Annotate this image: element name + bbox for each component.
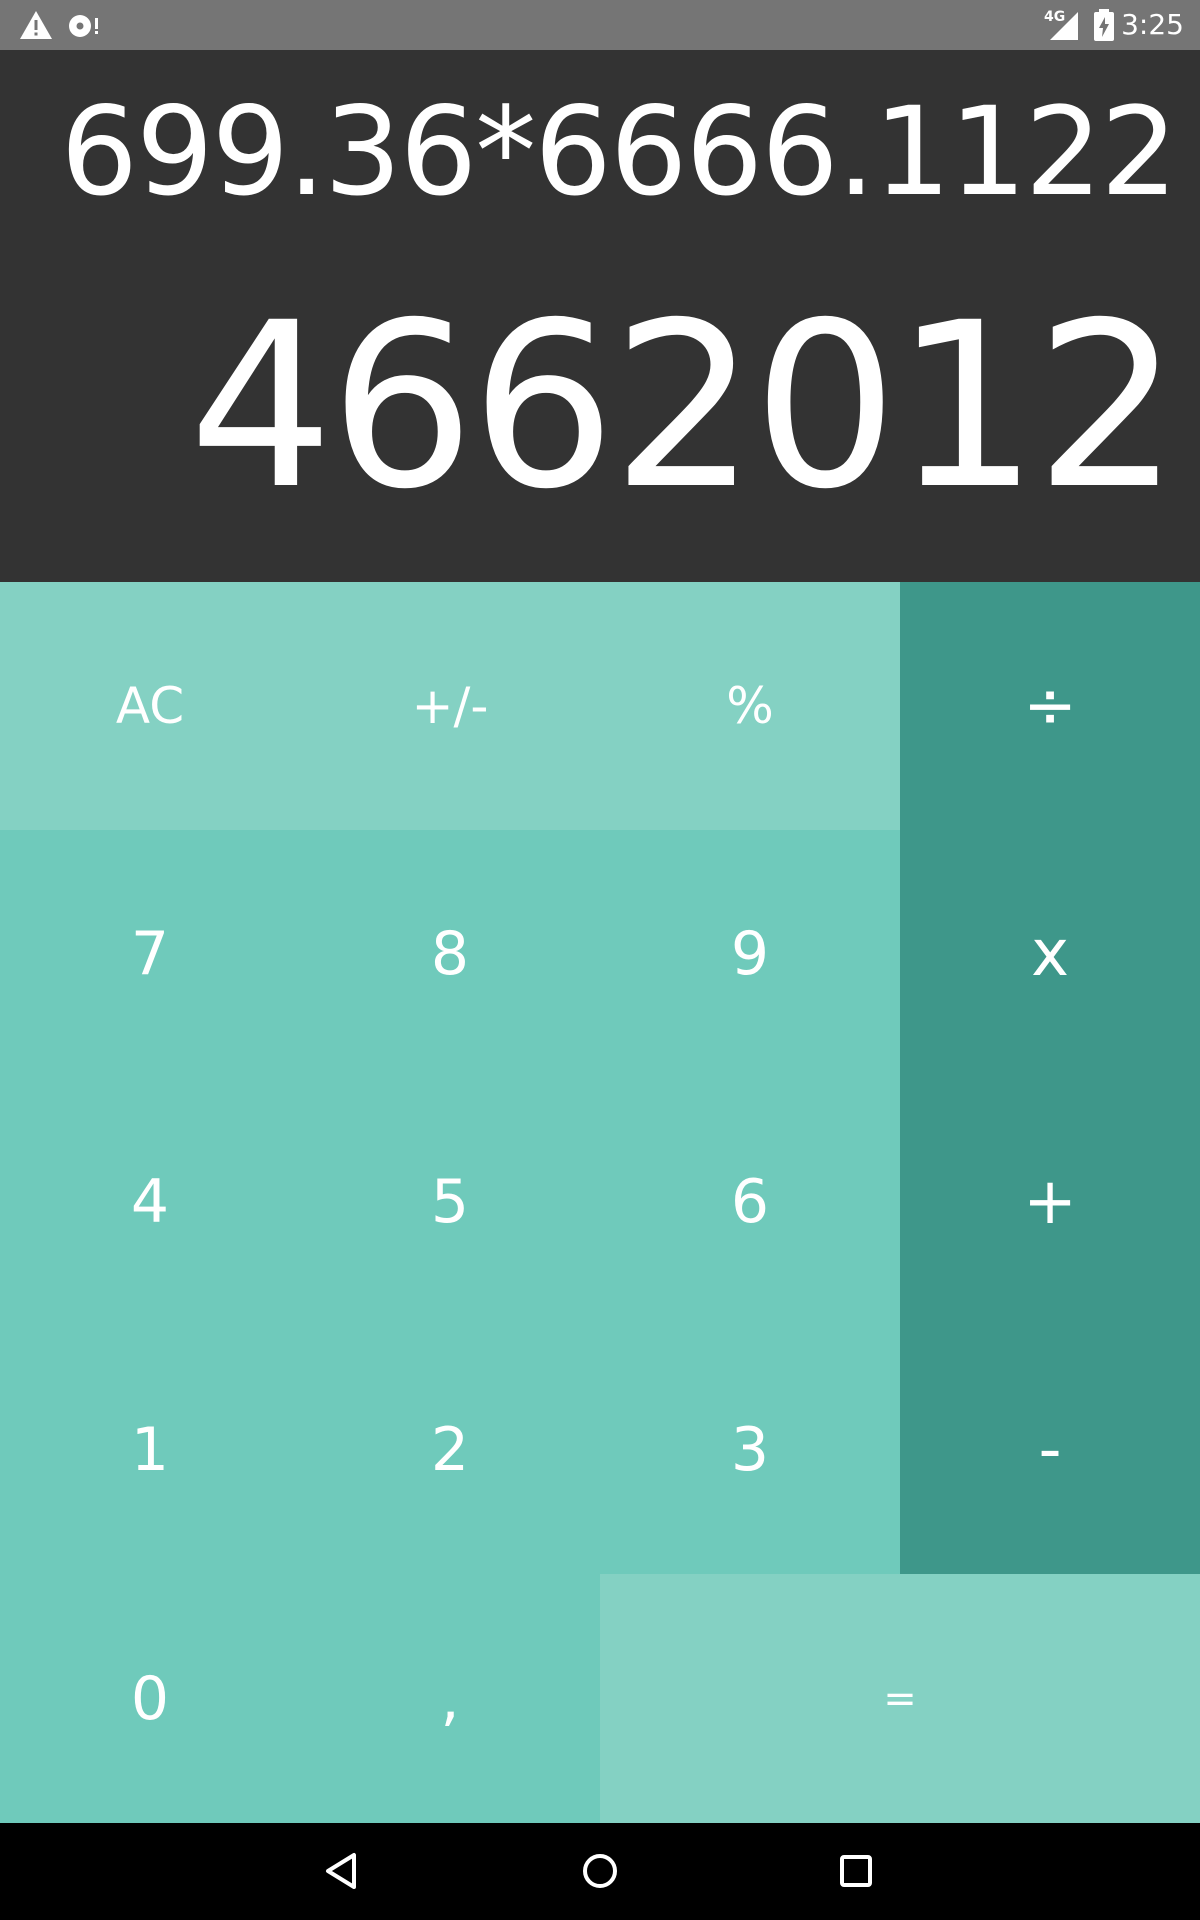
digit-6-button[interactable]: 6	[600, 1078, 900, 1326]
recents-button[interactable]	[826, 1841, 886, 1901]
home-icon	[583, 1854, 617, 1888]
minus-button[interactable]: -	[900, 1326, 1200, 1574]
equals-label: =	[883, 1675, 917, 1722]
percent-label: %	[726, 677, 774, 735]
expression-display: 699.36*6666.1122	[60, 81, 1178, 223]
digit-1-button[interactable]: 1	[0, 1326, 300, 1574]
equals-button[interactable]: =	[600, 1574, 1200, 1823]
status-bar: 4G 3:25	[0, 0, 1200, 50]
digit-5-label: 5	[430, 1167, 470, 1237]
battery-charging-icon	[1094, 9, 1114, 41]
navigation-bar	[0, 1823, 1200, 1920]
signal-icon	[1050, 12, 1078, 40]
digit-9-label: 9	[730, 919, 770, 989]
plus-button[interactable]: +	[900, 1078, 1200, 1326]
digit-9-button[interactable]: 9	[600, 830, 900, 1078]
digit-3-label: 3	[730, 1415, 770, 1485]
status-time: 3:25	[1121, 8, 1184, 41]
sd-card-alert-icon	[69, 15, 98, 37]
digit-4-button[interactable]: 4	[0, 1078, 300, 1326]
digit-7-button[interactable]: 7	[0, 830, 300, 1078]
multiply-label: x	[1031, 917, 1069, 991]
plus-minus-button[interactable]: +/-	[300, 582, 600, 830]
percent-button[interactable]: %	[600, 582, 900, 830]
home-button[interactable]	[570, 1841, 630, 1901]
display-panel: 699.36*6666.1122 4662012	[0, 50, 1200, 582]
digit-0-button[interactable]: 0	[0, 1574, 300, 1823]
digit-6-label: 6	[730, 1167, 770, 1237]
digit-0-label: 0	[130, 1663, 170, 1734]
digit-3-button[interactable]: 3	[600, 1326, 900, 1574]
digit-7-label: 7	[130, 919, 170, 989]
plus-minus-label: +/-	[411, 677, 489, 735]
digit-1-label: 1	[130, 1415, 170, 1485]
digit-5-button[interactable]: 5	[300, 1078, 600, 1326]
back-button[interactable]	[312, 1841, 372, 1901]
decimal-comma-label: ,	[440, 1663, 460, 1734]
divide-label: ÷	[1023, 669, 1077, 743]
calculator-screen: 4G 3:25 699.36*6666.1122 4662012 AC +/- …	[0, 0, 1200, 1920]
all-clear-label: AC	[115, 677, 185, 735]
digit-8-button[interactable]: 8	[300, 830, 600, 1078]
warning-icon	[20, 11, 52, 39]
minus-label: -	[1038, 1413, 1062, 1487]
multiply-button[interactable]: x	[900, 830, 1200, 1078]
keypad: AC +/- % ÷ 7 8 9 x 4 5 6 + 1 2 3 - 0 , =	[0, 582, 1200, 1823]
result-display: 4662012	[188, 273, 1180, 539]
divide-button[interactable]: ÷	[900, 582, 1200, 830]
digit-4-label: 4	[130, 1167, 170, 1237]
all-clear-button[interactable]: AC	[0, 582, 300, 830]
digit-8-label: 8	[430, 919, 470, 989]
plus-label: +	[1023, 1165, 1077, 1239]
decimal-comma-button[interactable]: ,	[300, 1574, 600, 1823]
recents-icon	[840, 1855, 872, 1887]
digit-2-button[interactable]: 2	[300, 1326, 600, 1574]
back-icon	[326, 1853, 356, 1889]
digit-2-label: 2	[430, 1415, 470, 1485]
